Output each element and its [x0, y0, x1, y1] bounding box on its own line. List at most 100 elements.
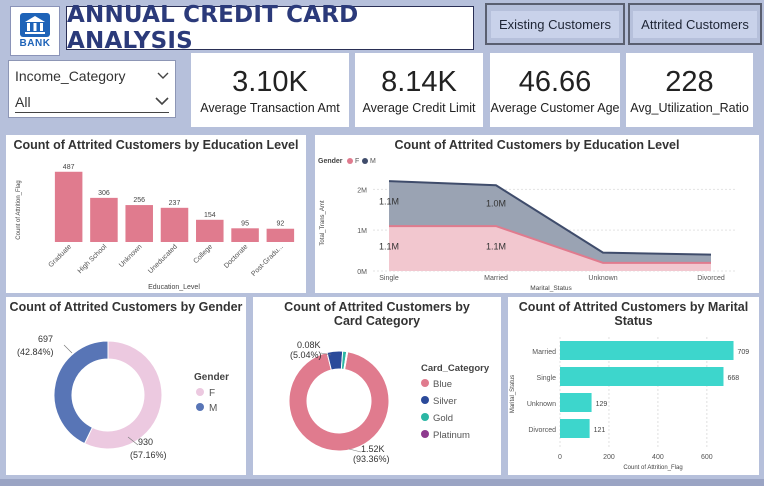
data-label: 1.1M	[379, 197, 399, 207]
area-chart-card: Count of Attrited Customers by Education…	[315, 135, 759, 293]
x-tick-label: 0	[558, 454, 562, 461]
x-tick-label: Unknown	[118, 243, 144, 269]
data-label: (5.04%)	[290, 350, 322, 360]
bar-data-label: 487	[63, 164, 75, 171]
bar-data-label: 121	[594, 427, 606, 434]
x-tick-label: 400	[652, 454, 664, 461]
bar	[196, 219, 224, 242]
y-tick-label: 1M	[357, 228, 367, 235]
legend-swatch	[421, 379, 429, 387]
y-axis-title: Count of Attrition_Flag	[16, 180, 22, 239]
income-category-slicer[interactable]: Income_Category All	[8, 60, 176, 118]
gender-area-chart: 0M 1M 2M 1.1M 1.0M 1.1M 1.1M Single Married Unkno…	[318, 158, 735, 292]
bar-data-label: 129	[596, 401, 608, 408]
bar-data-label: 306	[98, 190, 110, 197]
legend-title: Gender	[194, 372, 229, 383]
legend-label: Gold	[433, 413, 453, 424]
kpi-card-utilization: 228 Avg_Utilization_Ratio	[626, 53, 753, 127]
legend-swatch-f	[196, 388, 204, 396]
gender-donut-card: Count of Attrited Customers by Gender 69…	[6, 297, 246, 475]
data-label: (42.84%)	[17, 347, 54, 357]
y-tick-label: 2M	[357, 187, 367, 194]
x-tick-label: Married	[484, 275, 508, 282]
chevron-down-icon[interactable]	[157, 72, 169, 80]
bar	[560, 419, 590, 438]
kpi-label: Average Credit Limit	[362, 100, 476, 115]
x-tick-label: 600	[701, 454, 713, 461]
kpi-card-customer-age: 46.66 Average Customer Age	[490, 53, 620, 127]
bar-data-label: 237	[169, 200, 181, 207]
legend-label-f: F	[209, 388, 215, 399]
bar	[160, 207, 189, 242]
x-tick-label: Graduate	[47, 243, 73, 269]
bar-data-label: 668	[727, 375, 739, 382]
data-label: 1.52K	[361, 444, 385, 454]
bottom-scroll-strip	[0, 479, 764, 486]
marital-bar-chart-card: Count of Attrited Customers by Marital S…	[508, 297, 759, 475]
marital-bar-chart: 0 200 400 600 709 Married 668 Single 129 Unknown 1…	[510, 337, 750, 471]
x-tick-label: College	[192, 243, 214, 265]
legend-swatch	[421, 413, 429, 421]
kpi-label: Avg_Utilization_Ratio	[630, 100, 749, 115]
slicer-selected-value: All	[15, 93, 31, 110]
bar	[90, 197, 118, 242]
bar	[54, 171, 83, 242]
card-category-donut-card: Count of Attrited Customers by Card Cate…	[253, 297, 501, 475]
kpi-card-transaction: 3.10K Average Transaction Amt	[191, 53, 349, 127]
x-axis-title: Count of Attrition_Flag	[623, 465, 682, 471]
bar	[560, 341, 734, 360]
legend-title: Card_Category	[421, 363, 490, 374]
y-tick-label: Unknown	[527, 401, 556, 408]
legend-label-f: F	[355, 158, 359, 165]
leader-line	[63, 344, 73, 354]
data-label: 1.0M	[486, 199, 506, 209]
slicer-header[interactable]: Income_Category	[15, 65, 169, 87]
dropdown-chevron-icon[interactable]	[155, 97, 169, 106]
kpi-card-credit-limit: 8.14K Average Credit Limit	[355, 53, 483, 127]
attrited-customers-button[interactable]: Attrited Customers	[628, 3, 762, 45]
bar	[560, 393, 592, 412]
legend-label: Platinum	[433, 430, 470, 441]
slicer-dropdown[interactable]: All	[15, 91, 169, 113]
bank-logo: BANK	[10, 6, 60, 56]
data-label: 1.1M	[379, 242, 399, 252]
x-tick-label: Uneducated	[147, 243, 179, 275]
bar	[231, 228, 259, 242]
bar	[560, 367, 724, 386]
legend-label-m: M	[209, 403, 217, 414]
legend-swatch-m	[196, 403, 204, 411]
y-tick-label: Married	[532, 349, 556, 356]
legend-label: Blue	[433, 379, 452, 390]
kpi-label: Average Transaction Amt	[200, 100, 340, 115]
bar	[266, 228, 295, 242]
legend-swatch-f	[347, 158, 353, 164]
kpi-value: 8.14K	[381, 65, 457, 98]
y-tick-label: 0M	[357, 269, 367, 276]
slicer-label: Income_Category	[15, 68, 126, 84]
kpi-value: 46.66	[518, 65, 592, 98]
education-bar-chart-card: Count of Attrited Customers by Education…	[6, 135, 306, 293]
legend-title: Gender	[318, 158, 343, 165]
logo-text: BANK	[19, 38, 51, 49]
data-label: (57.16%)	[130, 450, 167, 460]
attrited-customers-label: Attrited Customers	[633, 10, 757, 38]
kpi-value: 228	[665, 65, 714, 98]
bar-data-label: 709	[738, 349, 750, 356]
gender-donut-chart: 697 (42.84%) 930 (57.16%) Gender FM	[17, 334, 229, 460]
bar-data-label: 256	[133, 197, 145, 204]
existing-customers-button[interactable]: Existing Customers	[485, 3, 625, 45]
y-axis-title: Total_Trans_Amt	[320, 200, 326, 245]
bar	[125, 205, 153, 242]
page-title: ANNUAL CREDIT CARD ANALYSIS	[67, 2, 359, 54]
kpi-label: Average Customer Age	[490, 100, 620, 115]
x-tick-label: Single	[379, 275, 399, 282]
leader-line	[348, 448, 362, 453]
bank-building-icon	[20, 13, 50, 37]
y-tick-label: Divorced	[528, 427, 556, 434]
x-tick-label: High School	[77, 243, 109, 275]
y-axis-title: Marital_Status	[510, 375, 516, 413]
card-category-donut-chart: 0.08K(5.04%) 1.52K(93.36%) Card_Category Bl…	[288, 340, 490, 464]
data-label: 0.08K	[297, 340, 321, 350]
x-tick-label: 200	[603, 454, 615, 461]
bar-data-label: 92	[276, 221, 284, 228]
